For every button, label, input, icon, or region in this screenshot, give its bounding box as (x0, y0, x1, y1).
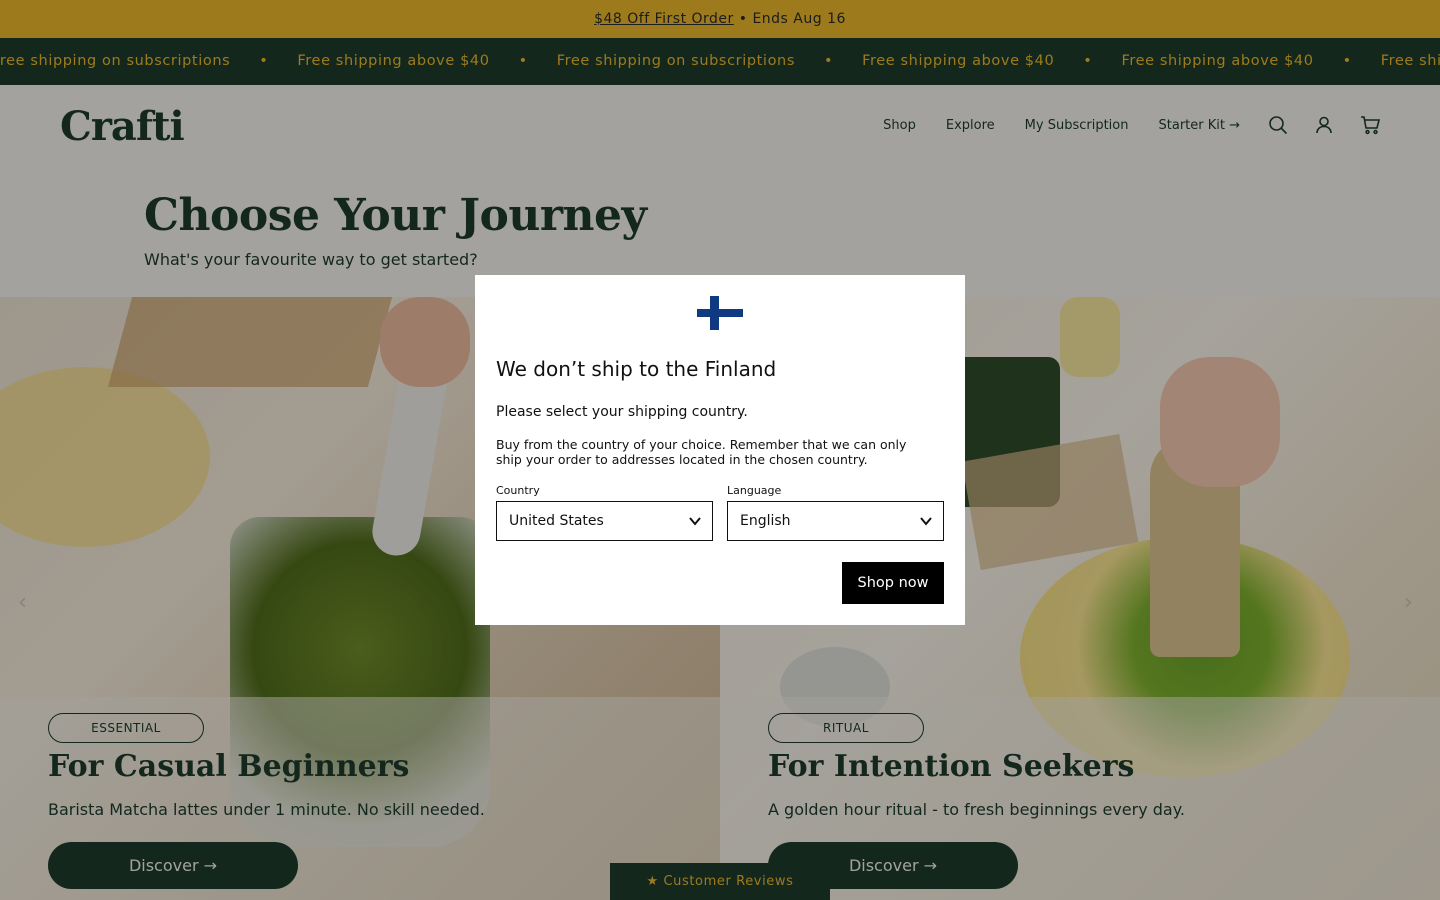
modal-prompt: Please select your shipping country. (496, 404, 748, 420)
chevron-down-icon (689, 517, 701, 526)
country-select[interactable]: United States (496, 501, 713, 541)
shop-now-button[interactable]: Shop now (842, 562, 944, 604)
language-label: Language (727, 484, 782, 497)
modal-title: We don’t ship to the Finland (496, 357, 777, 381)
country-value: United States (509, 513, 604, 529)
finland-flag-icon (697, 296, 743, 330)
modal-note: Buy from the country of your choice. Rem… (496, 437, 907, 467)
chevron-down-icon (920, 517, 932, 526)
country-label: Country (496, 484, 540, 497)
language-select[interactable]: English (727, 501, 944, 541)
shipping-country-modal: We don’t ship to the Finland Please sele… (475, 275, 965, 625)
language-value: English (740, 513, 791, 529)
